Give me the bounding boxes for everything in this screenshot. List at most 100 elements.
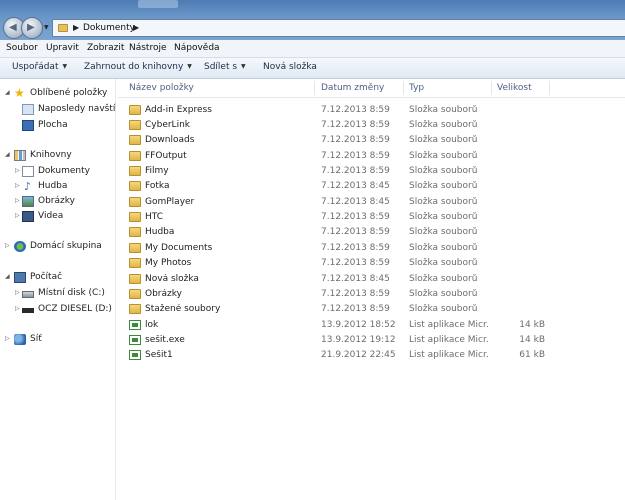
file-name: My Documents bbox=[145, 243, 213, 253]
column-divider[interactable] bbox=[314, 81, 315, 95]
file-size: 14 kB bbox=[519, 335, 545, 345]
file-row[interactable]: Hudba 7.12.2013 8:59 Složka souborů bbox=[117, 225, 625, 240]
nav-network[interactable]: ▷ Síť bbox=[0, 333, 116, 347]
expand-arrow-icon[interactable]: ▷ bbox=[15, 305, 20, 312]
collapse-arrow-icon[interactable]: ◢ bbox=[5, 273, 10, 280]
column-header-name[interactable]: Název položky bbox=[129, 83, 194, 93]
column-header-type[interactable]: Typ bbox=[409, 83, 424, 93]
file-row[interactable]: Downloads 7.12.2013 8:59 Složka souborů bbox=[117, 133, 625, 148]
expand-arrow-icon[interactable]: ▷ bbox=[15, 212, 20, 219]
file-date: 21.9.2012 22:45 bbox=[321, 350, 396, 360]
column-header-row: Název položky Datum změny Typ Velikost bbox=[117, 79, 625, 98]
file-name: GomPlayer bbox=[145, 197, 195, 207]
file-row[interactable]: HTC 7.12.2013 8:59 Složka souborů bbox=[117, 210, 625, 225]
column-header-size[interactable]: Velikost bbox=[497, 83, 532, 93]
menu-zobrazit[interactable]: Zobrazit bbox=[87, 43, 124, 53]
menu-nastroje[interactable]: Nástroje bbox=[129, 43, 167, 53]
expand-arrow-icon[interactable]: ▷ bbox=[15, 289, 20, 296]
expand-arrow-icon[interactable]: ▷ bbox=[15, 167, 20, 174]
organize-button[interactable]: Uspořádat ▼ bbox=[12, 62, 67, 72]
folder-icon bbox=[129, 289, 141, 299]
nav-music[interactable]: ▷ ♪ Hudba bbox=[0, 180, 116, 194]
chevron-down-icon: ▼ bbox=[187, 63, 192, 70]
include-in-library-button[interactable]: Zahrnout do knihovny ▼ bbox=[84, 62, 192, 72]
nav-desktop[interactable]: Plocha bbox=[0, 119, 116, 133]
nav-favorites[interactable]: ◢ ★ Oblíbené položky bbox=[0, 87, 116, 101]
new-folder-button[interactable]: Nová složka bbox=[263, 62, 317, 72]
folder-icon bbox=[129, 227, 141, 237]
file-row[interactable]: Nová složka 7.12.2013 8:45 Složka souborů bbox=[117, 272, 625, 287]
breadcrumb-separator-icon[interactable]: ▶ bbox=[133, 23, 139, 32]
address-bar[interactable]: ▶ Dokumenty ▶ bbox=[52, 19, 625, 37]
file-date: 7.12.2013 8:59 bbox=[321, 151, 390, 161]
pictures-icon bbox=[22, 196, 34, 207]
file-row[interactable]: CyberLink 7.12.2013 8:59 Složka souborů bbox=[117, 118, 625, 133]
nav-homegroup[interactable]: ▷ Domácí skupina bbox=[0, 240, 116, 254]
breadcrumb-separator-icon[interactable]: ▶ bbox=[73, 23, 79, 32]
drive-icon bbox=[22, 308, 34, 313]
forward-button[interactable]: ▶ bbox=[21, 17, 43, 39]
nav-videos[interactable]: ▷ Videa bbox=[0, 210, 116, 224]
nav-computer[interactable]: ◢ Počítač bbox=[0, 271, 116, 285]
collapse-arrow-icon[interactable]: ◢ bbox=[5, 151, 10, 158]
breadcrumb-dokumenty[interactable]: Dokumenty bbox=[83, 23, 135, 33]
nav-libraries[interactable]: ◢ Knihovny bbox=[0, 149, 116, 163]
file-row[interactable]: My Documents 7.12.2013 8:59 Složka souborů bbox=[117, 241, 625, 256]
nav-recent-places[interactable]: Naposledy navštívené bbox=[0, 103, 116, 117]
expand-arrow-icon[interactable]: ▷ bbox=[15, 197, 20, 204]
title-bar: ◀ ▶ ▼ ▶ Dokumenty ▶ bbox=[0, 0, 625, 40]
nav-ocz-diesel-d[interactable]: ▷ OCZ DIESEL (D:) bbox=[0, 303, 116, 317]
file-row[interactable]: My Photos 7.12.2013 8:59 Složka souborů bbox=[117, 256, 625, 271]
file-row[interactable]: Fotka 7.12.2013 8:45 Složka souborů bbox=[117, 179, 625, 194]
file-date: 7.12.2013 8:59 bbox=[321, 227, 390, 237]
folder-icon bbox=[129, 135, 141, 145]
file-row[interactable]: Add-in Express 7.12.2013 8:59 Složka soubo… bbox=[117, 103, 625, 118]
file-date: 7.12.2013 8:45 bbox=[321, 197, 390, 207]
file-type: Složka souborů bbox=[409, 197, 478, 207]
nav-homegroup-label: Domácí skupina bbox=[30, 241, 102, 251]
nav-pictures[interactable]: ▷ Obrázky bbox=[0, 195, 116, 209]
file-row[interactable]: lok 13.9.2012 18:52 List aplikace Micr... 1… bbox=[117, 318, 625, 333]
file-name: lok bbox=[145, 320, 159, 330]
folder-icon bbox=[129, 243, 141, 253]
column-divider[interactable] bbox=[403, 81, 404, 95]
expand-arrow-icon[interactable]: ▷ bbox=[5, 335, 10, 342]
file-name: Stažené soubory bbox=[145, 304, 221, 314]
file-type: Složka souborů bbox=[409, 243, 478, 253]
file-row[interactable]: Sešit1 21.9.2012 22:45 List aplikace Micr.… bbox=[117, 348, 625, 363]
expand-arrow-icon[interactable]: ▷ bbox=[15, 182, 20, 189]
file-row[interactable]: Filmy 7.12.2013 8:59 Složka souborů bbox=[117, 164, 625, 179]
menu-upravit[interactable]: Upravit bbox=[46, 43, 79, 53]
file-name: Fotka bbox=[145, 181, 170, 191]
collapse-arrow-icon[interactable]: ◢ bbox=[5, 89, 10, 96]
menu-napoveda[interactable]: Nápověda bbox=[174, 43, 220, 53]
recent-pages-chevron-icon[interactable]: ▼ bbox=[44, 24, 50, 31]
command-bar: Uspořádat ▼ Zahrnout do knihovny ▼ Sdílet … bbox=[0, 58, 625, 79]
navigation-pane: ◢ ★ Oblíbené položky Naposledy navštíven… bbox=[0, 79, 116, 500]
file-row[interactable]: sešit.exe 13.9.2012 19:12 List aplikace Mi… bbox=[117, 333, 625, 348]
file-row[interactable]: Stažené soubory 7.12.2013 8:59 Složka soub… bbox=[117, 302, 625, 317]
file-name: Obrázky bbox=[145, 289, 182, 299]
file-row[interactable]: FFOutput 7.12.2013 8:59 Složka souborů bbox=[117, 149, 625, 164]
file-name: Filmy bbox=[145, 166, 169, 176]
libraries-icon bbox=[14, 150, 26, 161]
file-type: Složka souborů bbox=[409, 166, 478, 176]
file-size: 14 kB bbox=[519, 320, 545, 330]
file-date: 7.12.2013 8:59 bbox=[321, 243, 390, 253]
menu-soubor[interactable]: Soubor bbox=[6, 43, 38, 53]
file-type: Složka souborů bbox=[409, 274, 478, 284]
file-name: FFOutput bbox=[145, 151, 187, 161]
hard-disk-icon bbox=[22, 291, 34, 298]
column-divider[interactable] bbox=[549, 81, 550, 95]
file-type: List aplikace Micr... bbox=[409, 350, 489, 360]
column-header-date[interactable]: Datum změny bbox=[321, 83, 384, 93]
file-row[interactable]: Obrázky 7.12.2013 8:59 Složka souborů bbox=[117, 287, 625, 302]
share-with-button[interactable]: Sdílet s ▼ bbox=[204, 62, 246, 72]
nav-local-disk-c[interactable]: ▷ Místní disk (C:) bbox=[0, 287, 116, 301]
file-row[interactable]: GomPlayer 7.12.2013 8:45 Složka souborů bbox=[117, 195, 625, 210]
expand-arrow-icon[interactable]: ▷ bbox=[5, 242, 10, 249]
file-date: 7.12.2013 8:45 bbox=[321, 274, 390, 284]
file-date: 7.12.2013 8:59 bbox=[321, 120, 390, 130]
nav-documents[interactable]: ▷ Dokumenty bbox=[0, 165, 116, 179]
column-divider[interactable] bbox=[491, 81, 492, 95]
